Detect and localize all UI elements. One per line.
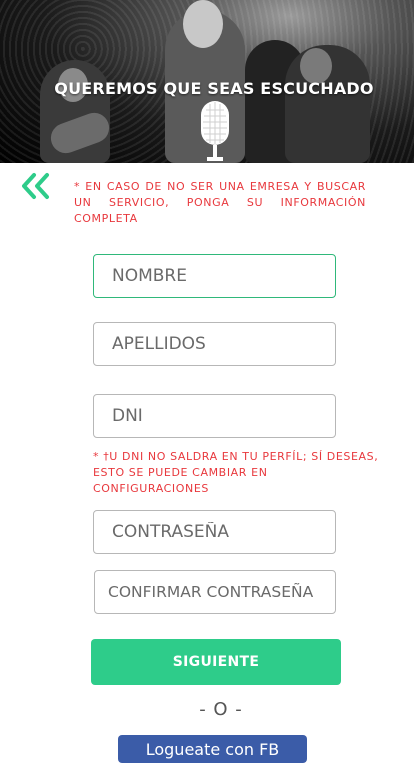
hero-banner: QUEREMOS QUE SEAS ESCUCHADO bbox=[0, 0, 414, 163]
double-chevron-left-icon[interactable] bbox=[20, 172, 52, 200]
next-button[interactable]: SIGUIENTE bbox=[91, 639, 341, 685]
nombre-input[interactable] bbox=[93, 254, 336, 298]
confirm-password-input[interactable] bbox=[94, 570, 336, 614]
dni-privacy-note: * †U DNI NO SALDRA EN TU PERFÍL; SÍ DESE… bbox=[93, 450, 379, 495]
dni-input[interactable] bbox=[93, 394, 336, 438]
facebook-login-button[interactable]: Logueate con FB bbox=[118, 735, 307, 763]
microphone-icon bbox=[201, 101, 229, 161]
apellidos-input[interactable] bbox=[93, 322, 336, 366]
password-input[interactable] bbox=[93, 510, 336, 554]
or-divider: - O - bbox=[199, 699, 243, 720]
singer-head bbox=[183, 0, 223, 48]
company-notice: * EN CASO DE NO SER UNA EMRESA Y BUSCAR … bbox=[74, 180, 366, 225]
hero-title: QUEREMOS QUE SEAS ESCUCHADO bbox=[54, 79, 374, 98]
